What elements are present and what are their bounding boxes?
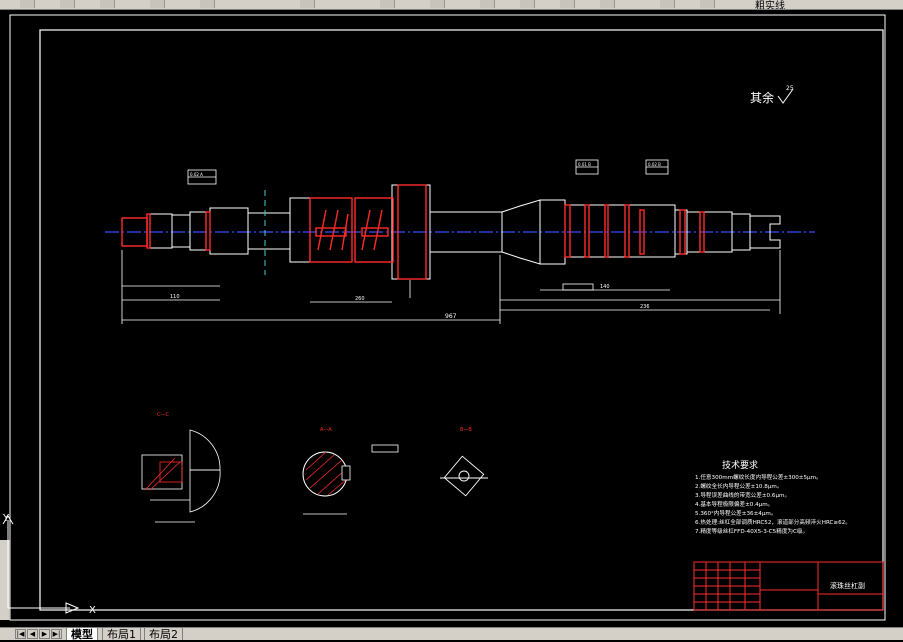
tolerance-frame	[371, 444, 399, 453]
section-c-view	[141, 429, 221, 523]
overall-length-dim: 967	[445, 313, 457, 320]
ucs-y-label: Y	[2, 513, 10, 524]
section-b-label: B—B	[460, 427, 472, 433]
tab-layout2[interactable]: 布局2	[144, 628, 183, 641]
dimension-text: 140	[600, 284, 610, 290]
tech-line: 6.热处理:丝杠全部调质HRC52，滚道部分高频淬火HRC≥62。	[695, 518, 851, 526]
tech-line: 2.螺纹全长内导程公差±10.8μm。	[695, 482, 782, 490]
ucs-x-label: X	[89, 605, 96, 616]
toolbar-button[interactable]	[600, 0, 615, 8]
toolbar-button[interactable]	[300, 0, 315, 8]
surface-note: 其余	[750, 90, 774, 105]
toolbar-button[interactable]	[380, 0, 395, 8]
toolbar-button[interactable]	[520, 0, 535, 8]
tolerance-frame-text: 0.02 B	[648, 162, 661, 167]
toolbar-button[interactable]	[660, 0, 675, 8]
toolbar-button[interactable]	[60, 0, 75, 8]
roughness-value: 25	[786, 85, 794, 92]
layout-tabs: |◀ ◀ ▶ ▶| 模型 布局1 布局2	[0, 627, 903, 641]
dimension-text: 236	[640, 304, 650, 310]
toolbar-button[interactable]	[560, 0, 575, 8]
toolbar-button[interactable]	[20, 0, 35, 8]
toolbar-button[interactable]	[430, 0, 445, 8]
tab-model[interactable]: 模型	[66, 628, 98, 641]
tab-layout1[interactable]: 布局1	[102, 628, 141, 641]
title-block-name: 滚珠丝杠副	[830, 581, 865, 590]
tech-line: 3.导程误差曲线的带宽公差±0.6μm。	[695, 491, 790, 499]
tech-title: 技术要求	[722, 459, 758, 471]
tolerance-frame-text: 0.01 B	[578, 162, 591, 167]
section-b-view	[440, 455, 488, 497]
tab-first-button[interactable]: |◀	[15, 629, 26, 639]
section-c-label: C—C	[157, 412, 169, 418]
toolbar-button[interactable]	[100, 0, 115, 8]
tech-line: 1.任意300mm螺纹长度内导程公差±300±5μm。	[695, 473, 822, 481]
tech-line: 4.基本导程极限偏差±0.4μm。	[695, 500, 773, 508]
section-c-hatch	[144, 457, 183, 491]
section-a-keyway	[341, 465, 351, 481]
tab-prev-button[interactable]: ◀	[27, 629, 38, 639]
toolbar-button[interactable]	[200, 0, 215, 8]
tab-next-button[interactable]: ▶	[39, 629, 50, 639]
toolbar-button[interactable]	[480, 0, 495, 8]
tolerance-frames	[187, 159, 669, 291]
tech-line: 7.精度等级丝杠FFD-40X5-3-C5精度为C级。	[695, 527, 808, 535]
toolbar-button[interactable]	[700, 0, 715, 8]
tech-line: 5.360°内导程公差±36±4μm。	[695, 509, 776, 517]
dimension-text: 110	[170, 294, 180, 300]
tolerance-frame-text: 0.02 A	[190, 172, 203, 177]
toolbar-button[interactable]	[150, 0, 165, 8]
dimension-text: 260	[355, 296, 365, 302]
drawing-canvas[interactable]: 其余 25 967 110 260 236 140 0.02 A 0.01 B …	[0, 9, 903, 627]
tab-last-button[interactable]: ▶|	[51, 629, 62, 639]
section-a-label: A—A	[320, 427, 332, 433]
